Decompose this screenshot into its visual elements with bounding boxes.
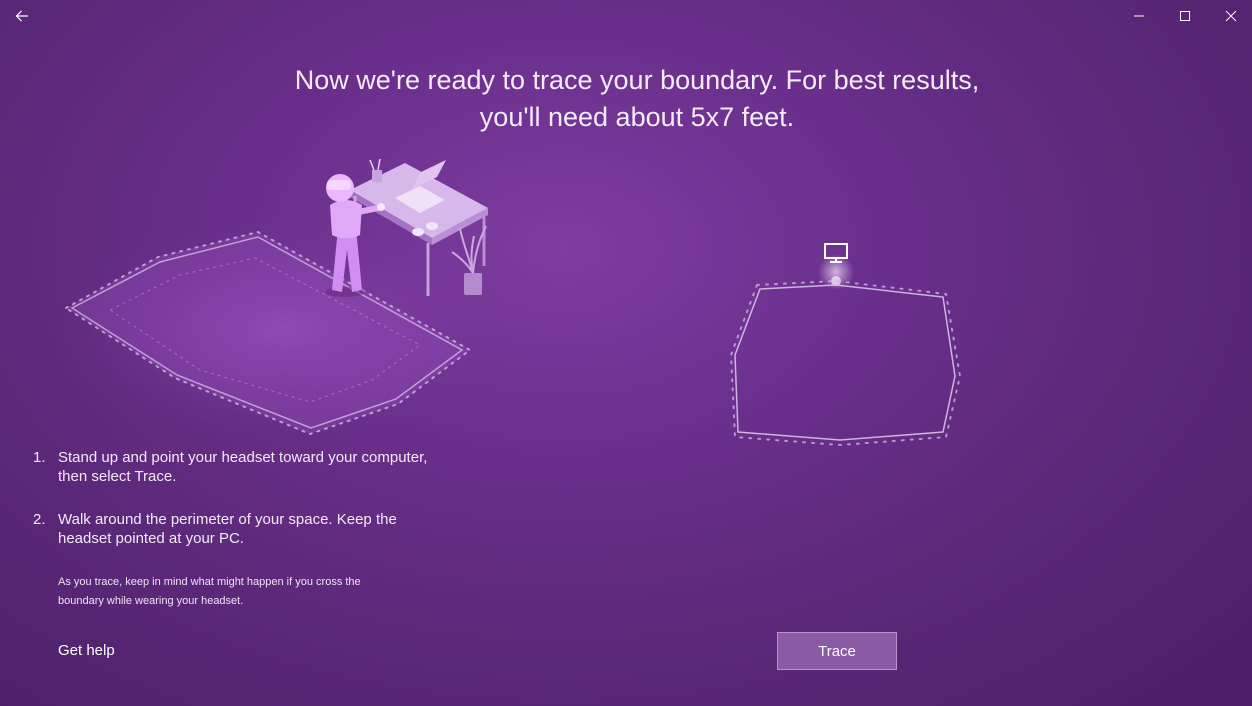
step-number: 1. <box>33 449 46 466</box>
back-button[interactable] <box>0 0 44 32</box>
traced-boundary-preview <box>729 279 962 447</box>
minimize-icon <box>1134 15 1144 17</box>
list-item: 1. Stand up and point your headset towar… <box>33 448 433 486</box>
floor-boundary-illustration <box>60 220 500 440</box>
page-title: Now we're ready to trace your boundary. … <box>226 62 1048 136</box>
instruction-list: 1. Stand up and point your headset towar… <box>33 448 433 572</box>
step-text: Walk around the perimeter of your space.… <box>58 511 397 547</box>
mixed-reality-setup-window: Now we're ready to trace your boundary. … <box>0 0 1252 706</box>
minimize-button[interactable] <box>1116 0 1162 32</box>
trace-button[interactable]: Trace <box>777 632 897 670</box>
close-button[interactable] <box>1208 0 1252 32</box>
page-title-line-1: Now we're ready to trace your boundary. … <box>294 65 980 95</box>
maximize-icon <box>1180 11 1190 21</box>
list-item: 2. Walk around the perimeter of your spa… <box>33 510 433 548</box>
get-help-link[interactable]: Get help <box>58 642 115 659</box>
step-number: 2. <box>33 511 46 528</box>
maximize-button[interactable] <box>1162 0 1208 32</box>
title-bar <box>0 0 1252 32</box>
step-text: Stand up and point your headset toward y… <box>58 449 428 485</box>
back-arrow-icon <box>15 10 28 22</box>
page-title-line-2: you'll need about 5x7 feet. <box>479 102 795 132</box>
safety-note: As you trace, keep in mind what might ha… <box>58 576 361 607</box>
close-icon <box>1225 10 1237 22</box>
boundary-illustration <box>60 158 962 447</box>
